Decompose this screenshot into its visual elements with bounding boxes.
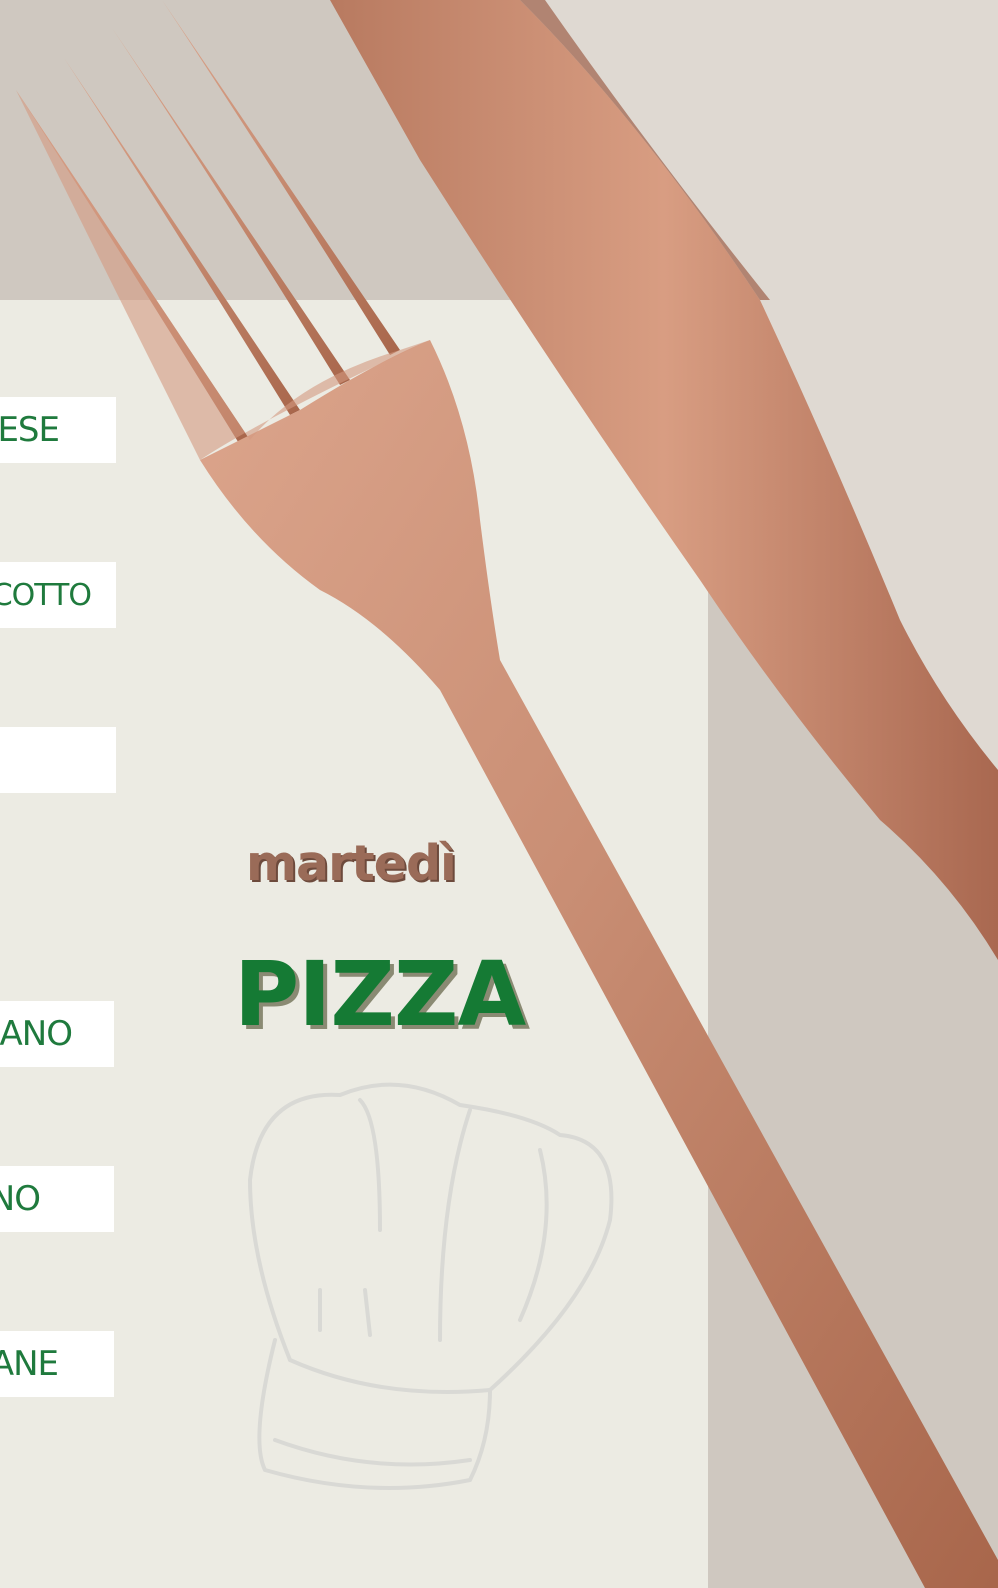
menu-item-tag-3	[0, 727, 116, 793]
menu-item-tag-1: ESE	[0, 397, 116, 463]
day-label: martedì	[246, 835, 457, 892]
menu-item-tag-4: ANO	[0, 1001, 114, 1067]
table-scene	[0, 0, 998, 1588]
menu-title: PIZZA	[234, 942, 526, 1046]
menu-item-tag-2: COTTO	[0, 562, 116, 628]
menu-item-tag-6: ANE	[0, 1331, 114, 1397]
menu-item-tag-5: NO	[0, 1166, 114, 1232]
